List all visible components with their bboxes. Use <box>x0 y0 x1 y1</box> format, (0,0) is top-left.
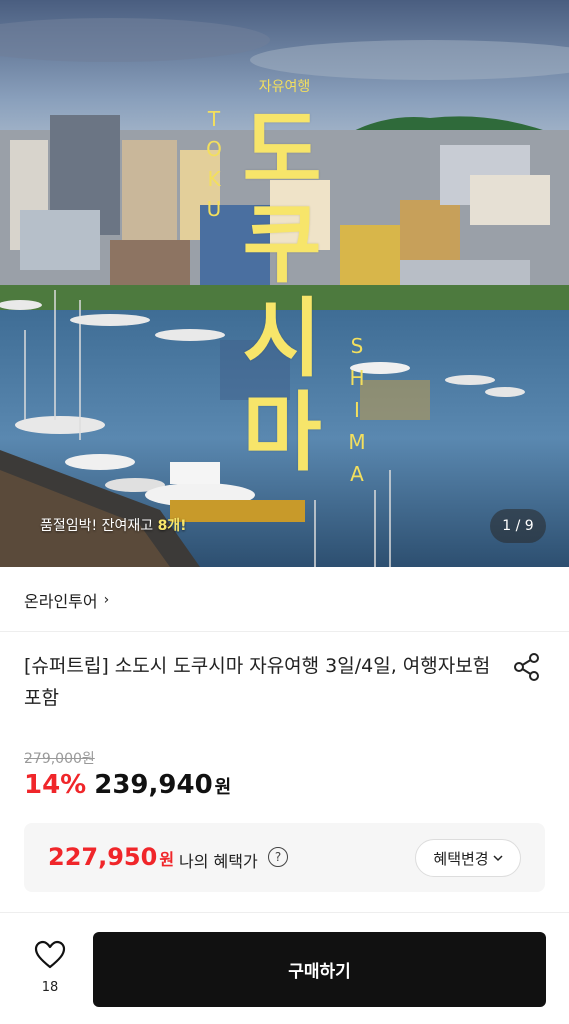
shop-link[interactable]: 온라인투어 › <box>0 568 569 632</box>
hero-title-char: 시 <box>242 289 322 389</box>
hero-latin-char: A <box>350 462 364 486</box>
hero-latin-right: S H I M A <box>345 330 369 490</box>
benefit-price-unit: 원 <box>159 850 175 869</box>
price-row: 14% 239,940 원 <box>24 770 231 800</box>
hero-latin-char: O <box>206 137 222 161</box>
stock-count: 8개! <box>157 518 187 534</box>
product-image-carousel[interactable]: 자유여행 T O K U 도 쿠 시 마 S H I M A 품절임박! 잔여재… <box>0 0 569 567</box>
hero-title-char: 마 <box>242 383 322 483</box>
discount-rate: 14% <box>24 770 87 800</box>
hero-title: 도 쿠 시 마 <box>232 104 332 480</box>
hero-tag: 자유여행 <box>258 79 311 95</box>
benefit-box: 227,950 원 나의 혜택가 ? 혜택변경 <box>24 823 545 892</box>
heart-icon <box>34 940 66 969</box>
product-title: [슈퍼트립] 소도시 도쿠시마 자유여행 3일/4일, 여행자보험 포함 <box>24 655 491 709</box>
image-counter: 1 / 9 <box>490 509 546 543</box>
hero-latin-char: U <box>206 197 222 221</box>
like-count: 18 <box>41 980 59 995</box>
benefit-label: 나의 혜택가 <box>179 852 258 871</box>
shop-name: 온라인투어 <box>24 591 98 611</box>
change-benefit-label: 혜택변경 <box>433 849 489 868</box>
original-price: 279,000원 <box>24 751 95 767</box>
hero-latin-char: I <box>354 398 360 422</box>
change-benefit-button[interactable]: 혜택변경 <box>415 839 521 877</box>
benefit-price: 227,950 원 <box>48 843 174 871</box>
divider <box>0 912 569 913</box>
sale-price-unit: 원 <box>214 777 232 798</box>
chevron-right-icon: › <box>103 591 110 608</box>
hero-latin-left: T O K U <box>204 104 224 224</box>
hero-latin-char: M <box>348 430 366 454</box>
stock-prefix: 품절임박! 잔여재고 <box>40 518 158 534</box>
chevron-down-icon <box>493 852 503 865</box>
benefit-price-value: 227,950 <box>48 843 158 871</box>
buy-button[interactable]: 구매하기 <box>93 932 546 1007</box>
sale-price: 239,940 <box>94 770 213 800</box>
hero-latin-char: K <box>207 167 221 191</box>
question-circle-icon[interactable]: ? <box>268 847 288 867</box>
share-icon[interactable] <box>511 651 543 683</box>
hero-latin-char: S <box>350 334 364 358</box>
stock-notice: 품절임박! 잔여재고 8개! <box>40 515 187 535</box>
like-button[interactable]: 18 <box>28 940 72 1000</box>
hero-title-char: 도 <box>242 101 322 201</box>
hero-title-char: 쿠 <box>242 195 322 295</box>
hero-latin-char: H <box>349 366 365 390</box>
hero-latin-char: T <box>207 107 221 131</box>
